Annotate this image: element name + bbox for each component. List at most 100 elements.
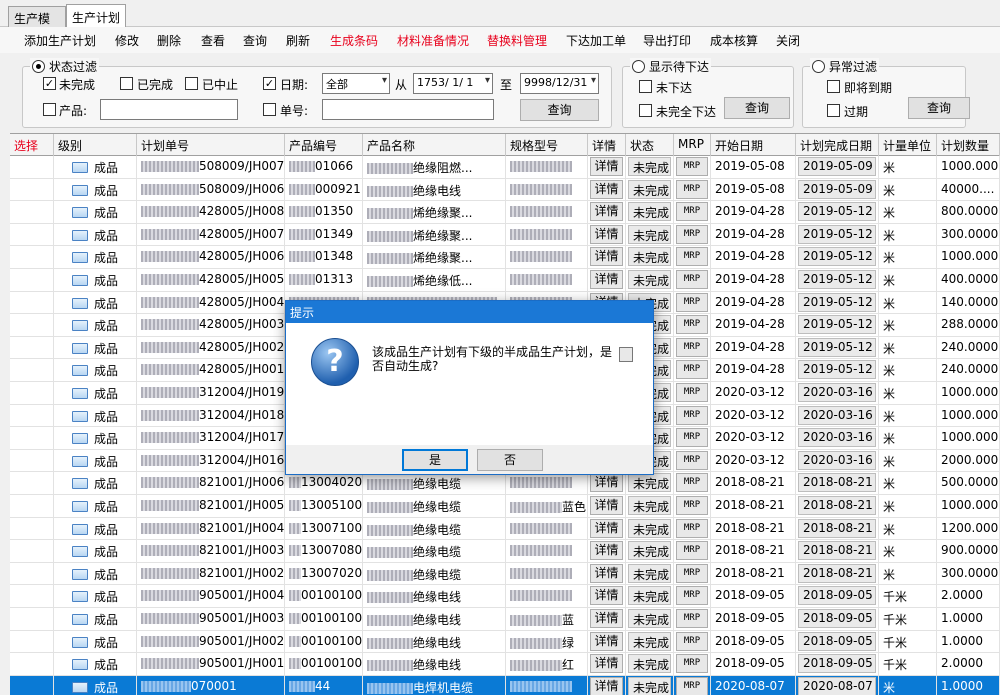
select-cell[interactable] <box>10 314 54 337</box>
detail-button[interactable]: 详情 <box>590 518 623 538</box>
table-row[interactable]: 成品905001/JH0020010010047绝缘电线绿详情未完成MRP201… <box>10 630 1000 654</box>
finished-checkbox[interactable] <box>120 77 133 90</box>
select-cell[interactable] <box>10 472 54 495</box>
date-range-select[interactable]: 全部 ▾ <box>322 73 390 94</box>
detail-button[interactable]: 详情 <box>590 631 623 651</box>
table-row[interactable]: 成品 070001 44 电焊机电缆 详情 未完成 MRP 2020-08-07 2020-08… <box>10 675 1000 695</box>
from-date-picker[interactable]: 1753/ 1/ 1 ▾ <box>413 73 493 94</box>
detail-button[interactable]: 详情 <box>590 586 623 606</box>
view-button[interactable]: 查看 <box>201 32 225 49</box>
mrp-button[interactable]: MRP <box>676 631 708 651</box>
mrp-button[interactable]: MRP <box>676 315 708 335</box>
edit-button[interactable]: 修改 <box>115 32 139 49</box>
mrp-button[interactable]: MRP <box>676 473 708 493</box>
partially-issued-checkbox[interactable] <box>639 104 652 117</box>
status-filter-radio[interactable] <box>32 60 45 73</box>
table-row[interactable]: 成品 821001/JH002 130070200 绝缘电缆 详情 未完成 MRP 2018-… <box>10 562 1000 586</box>
select-cell[interactable] <box>10 291 54 314</box>
detail-button[interactable]: 详情 <box>590 179 623 199</box>
detail-button[interactable]: 详情 <box>590 654 623 674</box>
due-soon-checkbox[interactable] <box>827 80 840 93</box>
mrp-button[interactable]: MRP <box>676 676 708 695</box>
detail-button[interactable]: 详情 <box>590 496 623 515</box>
select-cell[interactable] <box>10 427 54 450</box>
select-cell[interactable] <box>10 675 54 695</box>
select-cell[interactable] <box>10 201 54 224</box>
copy-icon[interactable] <box>619 347 633 362</box>
stopped-checkbox[interactable] <box>185 77 198 90</box>
table-row[interactable]: 成品 428005/JH007 01349 烯绝缘聚... 详情 未完成 MRP 2019-0… <box>10 223 1000 247</box>
detail-button[interactable]: 详情 <box>590 270 623 289</box>
tab-production-module[interactable]: 生产模块 <box>8 6 66 43</box>
mrp-button[interactable]: MRP <box>676 270 708 289</box>
table-row[interactable]: 成品 508009/JH007 01066 绝缘阻燃... 详情 未完成 MRP 2019-0… <box>10 156 1000 179</box>
mrp-button[interactable]: MRP <box>676 179 708 199</box>
column-header[interactable]: 计划单号 <box>137 134 285 156</box>
mrp-button[interactable]: MRP <box>676 337 708 357</box>
table-row[interactable]: 成品 428005/JH006 01348 烯绝缘聚... 详情 未完成 MRP 2019-0… <box>10 246 1000 269</box>
query-button[interactable]: 查询 <box>243 32 267 49</box>
select-cell[interactable] <box>10 178 54 201</box>
select-cell[interactable] <box>10 562 54 585</box>
mrp-button[interactable]: MRP <box>676 405 708 425</box>
detail-button[interactable]: 详情 <box>590 563 623 583</box>
detail-button[interactable]: 详情 <box>590 541 623 561</box>
detail-button[interactable]: 详情 <box>590 224 623 244</box>
mrp-button[interactable]: MRP <box>676 563 708 583</box>
no-button[interactable]: 否 <box>477 449 543 471</box>
detail-button[interactable]: 详情 <box>590 247 623 267</box>
pending-filter-radio[interactable] <box>632 60 645 73</box>
doc-number-checkbox[interactable] <box>263 103 276 116</box>
mrp-button[interactable]: MRP <box>676 202 708 222</box>
table-row[interactable]: 成品905001/JH0010010010046绝缘电线红详情未完成MRP201… <box>10 653 1000 676</box>
table-row[interactable]: 成品 821001/JH005 130051000 绝缘电缆 蓝色 详情 未完成 MRP 201… <box>10 495 1000 518</box>
not-issued-checkbox[interactable] <box>639 80 652 93</box>
product-checkbox[interactable] <box>43 103 56 116</box>
mrp-button[interactable]: MRP <box>676 450 708 470</box>
column-header[interactable]: 产品编号 <box>285 134 363 156</box>
select-cell[interactable] <box>10 156 54 178</box>
table-row[interactable]: 成品 821001/JH004 130071000 绝缘电缆 详情 未完成 MRP 2018-… <box>10 517 1000 541</box>
select-cell[interactable] <box>10 585 54 608</box>
select-cell[interactable] <box>10 246 54 269</box>
mrp-button[interactable]: MRP <box>676 496 708 515</box>
select-cell[interactable] <box>10 269 54 291</box>
mrp-button[interactable]: MRP <box>676 518 708 538</box>
table-row[interactable]: 成品 428005/JH005 01313 烯绝缘低... 详情 未完成 MRP 2019-0… <box>10 269 1000 292</box>
mrp-button[interactable]: MRP <box>676 157 708 176</box>
detail-button[interactable]: 详情 <box>590 202 623 222</box>
refresh-button[interactable]: 刷新 <box>286 32 310 49</box>
table-row[interactable]: 成品 428005/JH008 01350 烯绝缘聚... 详情 未完成 MRP 2019-0… <box>10 201 1000 224</box>
column-header[interactable]: 状态 <box>626 134 674 156</box>
close-button[interactable]: 关闭 <box>776 32 800 49</box>
table-row[interactable]: 成品 821001/JH006 130040200 绝缘电缆 详情 未完成 MRP 2018-… <box>10 472 1000 495</box>
select-cell[interactable] <box>10 404 54 427</box>
mrp-button[interactable]: MRP <box>676 654 708 674</box>
mrp-button[interactable]: MRP <box>676 609 708 628</box>
table-row[interactable]: 成品 508009/JH006 000921 绝缘电线 详情 未完成 MRP 2019-05-… <box>10 178 1000 202</box>
select-cell[interactable] <box>10 517 54 540</box>
select-cell[interactable] <box>10 449 54 472</box>
column-header[interactable]: 计量单位 <box>879 134 937 156</box>
column-header[interactable]: 选择 <box>10 134 54 156</box>
doc-number-input[interactable] <box>322 99 494 120</box>
column-header[interactable]: 产品名称 <box>363 134 506 156</box>
select-cell[interactable] <box>10 653 54 676</box>
add-plan-button[interactable]: 添加生产计划 <box>24 32 96 49</box>
overdue-checkbox[interactable] <box>827 104 840 117</box>
mrp-button[interactable]: MRP <box>676 224 708 244</box>
mrp-button[interactable]: MRP <box>676 586 708 606</box>
mrp-button[interactable]: MRP <box>676 292 708 312</box>
delete-button[interactable]: 删除 <box>157 32 181 49</box>
yes-button[interactable]: 是 <box>402 449 468 471</box>
material-status-button[interactable]: 材料准备情况 <box>397 32 469 49</box>
table-row[interactable]: 成品905001/JH0030010010048绝缘电线蓝详情未完成MRP201… <box>10 608 1000 631</box>
select-cell[interactable] <box>10 495 54 517</box>
pending-query-button[interactable]: 查询 <box>724 97 790 119</box>
export-print-button[interactable]: 导出打印 <box>643 32 691 49</box>
select-cell[interactable] <box>10 336 54 359</box>
abnormal-filter-radio[interactable] <box>812 60 825 73</box>
column-header[interactable]: 计划完成日期 <box>796 134 879 156</box>
status-query-button[interactable]: 查询 <box>520 99 599 121</box>
product-input[interactable] <box>100 99 238 120</box>
